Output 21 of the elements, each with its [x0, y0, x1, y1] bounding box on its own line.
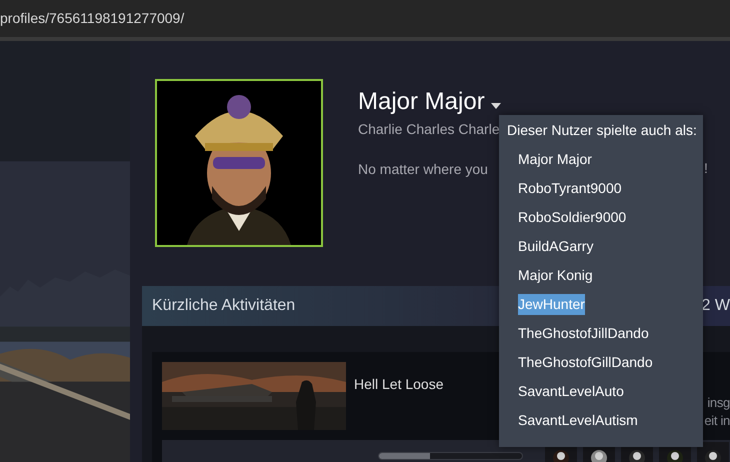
alias-item[interactable]: TheGhostofGillDando	[518, 352, 653, 373]
achievement-icon[interactable]	[697, 442, 729, 462]
caret-icon[interactable]	[490, 103, 501, 109]
alias-item[interactable]: SavantLevelAuto	[518, 381, 624, 402]
alias-item[interactable]: Major Konig	[518, 265, 593, 286]
alias-item[interactable]: RoboTyrant9000	[518, 178, 622, 199]
playtime-text: insg	[707, 394, 730, 412]
section-title: Kürzliche Aktivitäten	[152, 296, 296, 316]
profile-summary: No matter where you	[358, 160, 489, 179]
playtime-text: eit in	[704, 412, 730, 430]
alias-item[interactable]: TheGhostofJillDando	[518, 323, 649, 344]
dropdown-title: Dieser Nutzer spielte auch als:	[506, 121, 698, 139]
alias-item[interactable]: BuildAGarry	[518, 236, 594, 257]
game-title[interactable]: Hell Let Loose	[354, 374, 444, 430]
alias-item[interactable]: Major Major	[518, 149, 592, 170]
alias-item[interactable]: RoboSoldier9000	[518, 207, 626, 228]
alias-item[interactable]: SavantLevelAutism	[518, 410, 638, 431]
real-name: Charlie Charles Charle	[358, 120, 501, 139]
url-text[interactable]: profiles/76561198191277009/	[0, 8, 184, 29]
summary-end-text: !	[704, 159, 708, 178]
profile-name: Major Major	[358, 87, 485, 117]
